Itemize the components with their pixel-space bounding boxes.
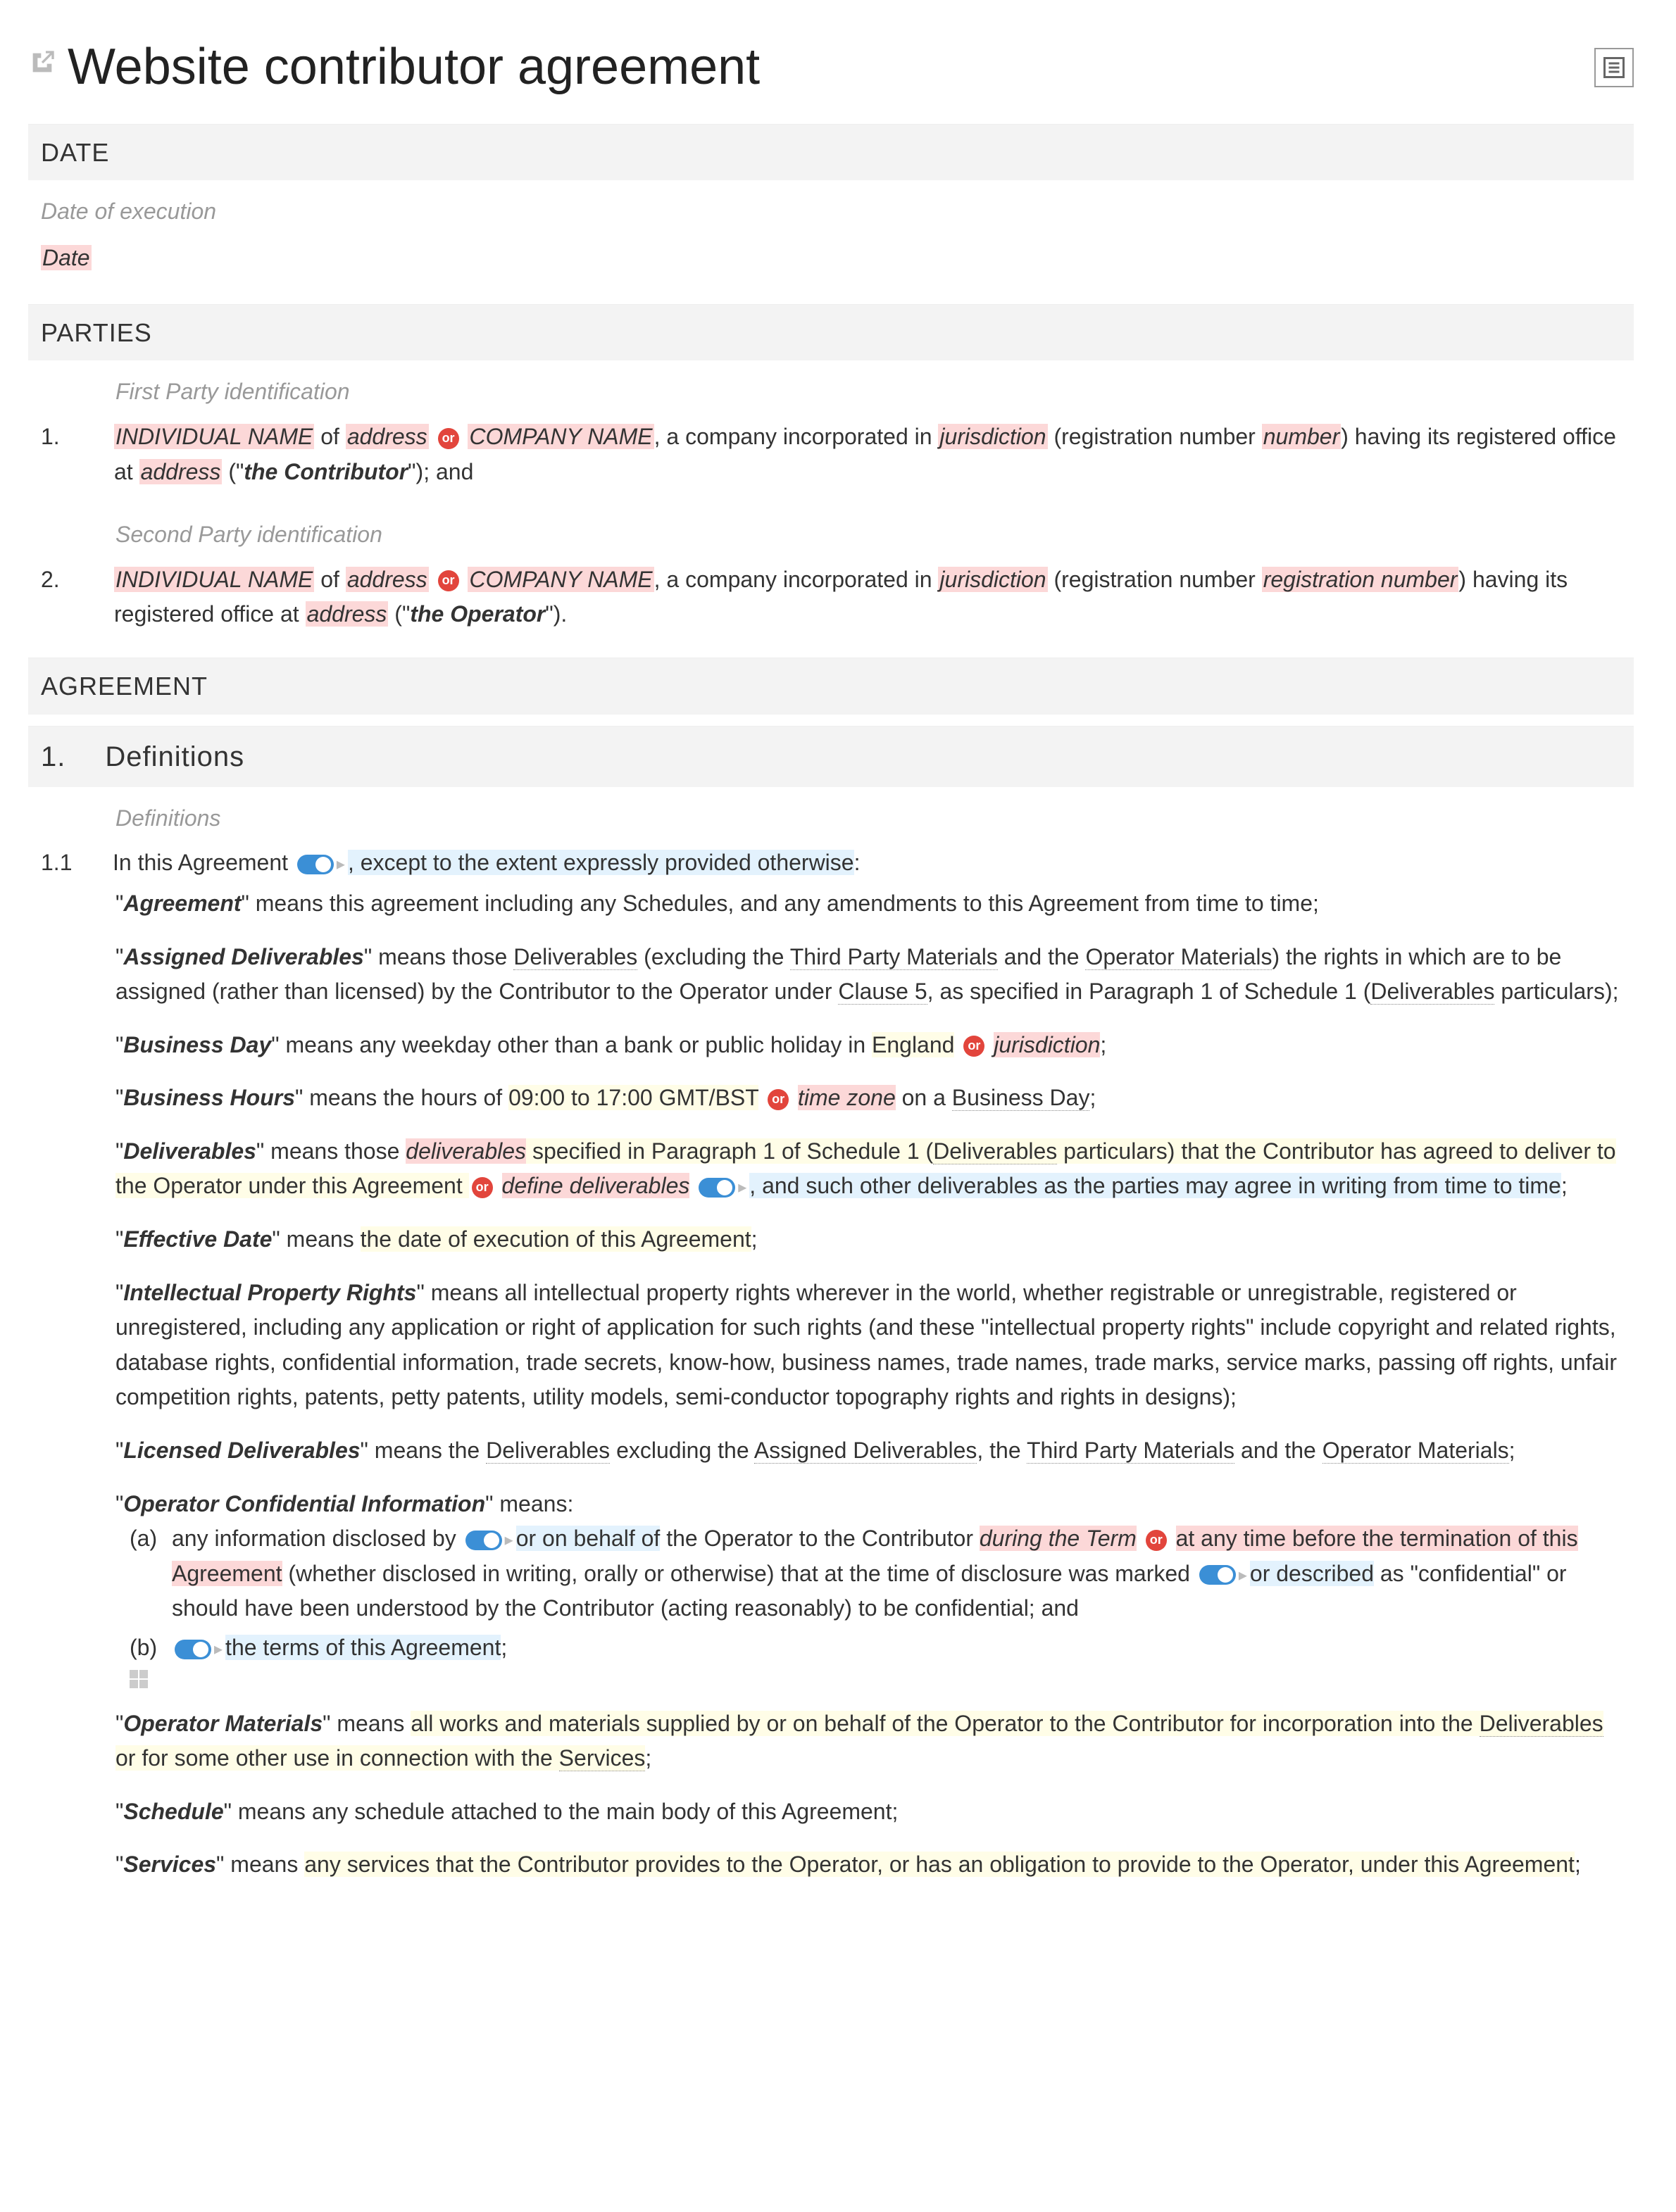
placeholder-timezone[interactable]: time zone <box>798 1085 896 1110</box>
def-operator-confidential-info[interactable]: "Operator Confidential Information" mean… <box>115 1487 1621 1688</box>
def-assigned-deliverables[interactable]: "Assigned Deliverables" means those Deli… <box>115 940 1621 1010</box>
section-definitions-heading: 1. Definitions <box>28 726 1634 787</box>
or-pill[interactable]: or <box>472 1177 493 1198</box>
date-hint: Date of execution <box>28 180 1634 235</box>
toggle-icon[interactable]: ▸ <box>297 851 345 877</box>
link-third-party-materials[interactable]: Third Party Materials <box>790 944 998 970</box>
placeholder-address-3[interactable]: address <box>346 567 429 592</box>
link-assigned-deliverables[interactable]: Assigned Deliverables <box>754 1438 977 1464</box>
or-pill[interactable]: or <box>1146 1530 1167 1551</box>
or-pill[interactable]: or <box>963 1036 984 1057</box>
link-clause-5[interactable]: Clause 5 <box>838 979 927 1005</box>
link-services[interactable]: Services <box>559 1745 646 1771</box>
document-header: Website contributor agreement <box>28 28 1634 107</box>
link-operator-materials[interactable]: Operator Materials <box>1085 944 1272 970</box>
or-pill[interactable]: or <box>768 1089 789 1110</box>
section-agreement-heading: AGREEMENT <box>28 658 1634 715</box>
list-item-b-body[interactable]: ▸the terms of this Agreement; <box>172 1630 507 1666</box>
role-contributor: the Contributor <box>244 459 408 484</box>
party-1-number: 1. <box>41 420 75 489</box>
or-pill[interactable]: or <box>438 428 459 449</box>
def-agreement[interactable]: "Agreement" means this agreement includi… <box>115 886 1621 922</box>
optional-text-3[interactable]: or on behalf of <box>516 1526 661 1551</box>
drag-handle-icon[interactable] <box>130 1670 149 1688</box>
definitions-hint: Definitions <box>28 787 1634 842</box>
toggle-icon[interactable]: ▸ <box>699 1174 746 1200</box>
def-schedule[interactable]: "Schedule" means any schedule attached t… <box>115 1795 1621 1830</box>
placeholder-company-name[interactable]: COMPANY NAME <box>468 424 653 449</box>
placeholder-deliverables[interactable]: deliverables <box>406 1138 526 1164</box>
date-field[interactable]: Date <box>28 235 1634 293</box>
option-services[interactable]: any services that the Contributor provid… <box>304 1852 1575 1877</box>
section-parties-heading: PARTIES <box>28 304 1634 361</box>
placeholder-company-name-2[interactable]: COMPANY NAME <box>468 567 653 592</box>
optional-text[interactable]: , except to the extent expressly provide… <box>348 850 854 875</box>
placeholder-address-2[interactable]: address <box>139 459 223 484</box>
link-deliverables-4[interactable]: Deliverables <box>486 1438 610 1464</box>
placeholder-number[interactable]: number <box>1262 424 1342 449</box>
placeholder-address[interactable]: address <box>346 424 429 449</box>
document-icon[interactable] <box>1594 48 1634 87</box>
party-2-number: 2. <box>41 563 75 632</box>
placeholder-jurisdiction[interactable]: jurisdiction <box>938 424 1047 449</box>
def-services[interactable]: "Services" means any services that the C… <box>115 1847 1621 1883</box>
def-operator-materials[interactable]: "Operator Materials" means all works and… <box>115 1707 1621 1776</box>
toggle-icon[interactable]: ▸ <box>175 1636 223 1662</box>
placeholder-jurisdiction-3[interactable]: jurisdiction <box>994 1032 1100 1057</box>
def-licensed-deliverables[interactable]: "Licensed Deliverables" means the Delive… <box>115 1433 1621 1469</box>
role-operator: the Operator <box>410 601 545 627</box>
list-item-a-body[interactable]: any information disclosed by ▸or on beha… <box>172 1521 1621 1626</box>
drag-handle-row[interactable] <box>130 1670 1621 1688</box>
option-operator-materials[interactable]: all works and materials supplied by or o… <box>411 1711 1479 1736</box>
placeholder-jurisdiction-2[interactable]: jurisdiction <box>938 567 1047 592</box>
def-business-day[interactable]: "Business Day" means any weekday other t… <box>115 1028 1621 1063</box>
party1-hint: First Party identification <box>28 360 1634 415</box>
definitions-block: "Agreement" means this agreement includi… <box>28 886 1634 1883</box>
optional-text-2[interactable]: , and such other deliverables as the par… <box>749 1173 1561 1198</box>
def-effective-date[interactable]: "Effective Date" means the date of execu… <box>115 1222 1621 1257</box>
toggle-icon[interactable]: ▸ <box>1199 1562 1247 1588</box>
def-ipr[interactable]: "Intellectual Property Rights" means all… <box>115 1276 1621 1415</box>
def-business-hours[interactable]: "Business Hours" means the hours of 09:0… <box>115 1081 1621 1116</box>
page-title: Website contributor agreement <box>68 28 760 107</box>
placeholder-date[interactable]: Date <box>41 245 92 270</box>
party-2-body[interactable]: INDIVIDUAL NAME of address or COMPANY NA… <box>114 563 1621 632</box>
def-deliverables[interactable]: "Deliverables" means those deliverables … <box>115 1134 1621 1204</box>
link-business-day[interactable]: Business Day <box>952 1085 1090 1111</box>
link-deliverables-5[interactable]: Deliverables <box>1480 1711 1603 1737</box>
placeholder-define-deliverables[interactable]: define deliverables <box>502 1173 690 1198</box>
clause-1-1-body[interactable]: In this Agreement ▸, except to the exten… <box>113 846 860 881</box>
section-date-heading: DATE <box>28 124 1634 181</box>
option-england[interactable]: England <box>872 1032 954 1057</box>
or-pill[interactable]: or <box>438 570 459 591</box>
option-hours[interactable]: 09:00 to 17:00 GMT/BST <box>508 1085 758 1110</box>
clause-1-1: 1.1 In this Agreement ▸, except to the e… <box>28 841 1634 886</box>
link-operator-materials-2[interactable]: Operator Materials <box>1322 1438 1509 1464</box>
list-item-b: (b) ▸the terms of this Agreement; <box>130 1630 1621 1666</box>
list-item-a: (a) any information disclosed by ▸or on … <box>130 1521 1621 1626</box>
optional-text-4[interactable]: or described <box>1250 1561 1374 1586</box>
toggle-icon[interactable]: ▸ <box>465 1527 513 1553</box>
clause-number: 1.1 <box>41 846 85 881</box>
party2-hint: Second Party identification <box>28 503 1634 558</box>
placeholder-individual-name[interactable]: INDIVIDUAL NAME <box>114 424 314 449</box>
link-deliverables-3[interactable]: Deliverables <box>933 1138 1057 1164</box>
party-1-row: 1. INDIVIDUAL NAME of address or COMPANY… <box>28 415 1634 503</box>
party-1-body[interactable]: INDIVIDUAL NAME of address or COMPANY NA… <box>114 420 1621 489</box>
option-during-term[interactable]: during the Term <box>980 1526 1137 1551</box>
placeholder-registration-number[interactable]: registration number <box>1262 567 1459 592</box>
link-third-party-materials-2[interactable]: Third Party Materials <box>1027 1438 1234 1464</box>
option-effective-date[interactable]: the date of execution of this Agreement <box>361 1226 751 1252</box>
placeholder-address-4[interactable]: address <box>306 601 389 627</box>
optional-text-5[interactable]: the terms of this Agreement <box>225 1635 501 1660</box>
link-deliverables[interactable]: Deliverables <box>513 944 637 970</box>
external-link-icon[interactable] <box>28 49 56 87</box>
link-deliverables-2[interactable]: Deliverables <box>1370 979 1494 1005</box>
placeholder-individual-name-2[interactable]: INDIVIDUAL NAME <box>114 567 314 592</box>
party-2-row: 2. INDIVIDUAL NAME of address or COMPANY… <box>28 558 1634 646</box>
